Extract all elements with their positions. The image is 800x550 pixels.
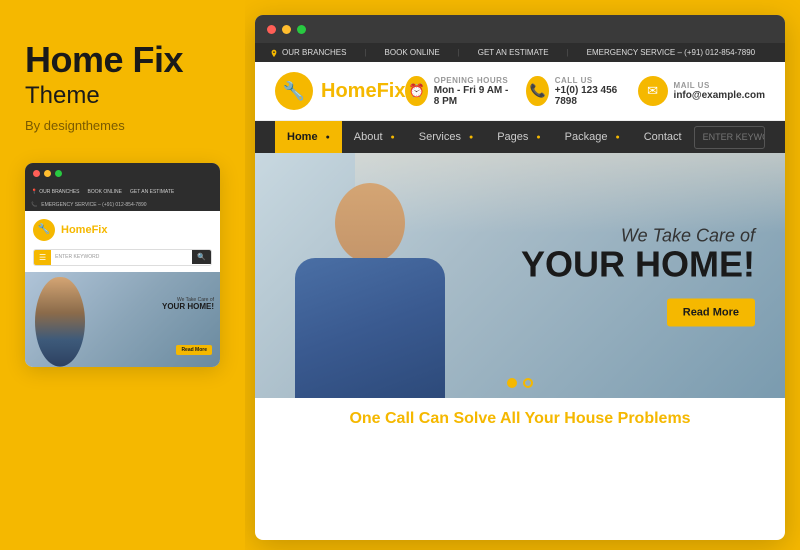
- utility-topbar: OUR BRANCHES | BOOK ONLINE | GET AN ESTI…: [255, 43, 785, 62]
- nav-search-input[interactable]: [695, 128, 765, 146]
- dot-green[interactable]: [297, 25, 306, 34]
- nav-item-about[interactable]: About ●: [342, 121, 407, 153]
- small-search-bar[interactable]: ☰ ENTER KEYWORD 🔍: [33, 249, 212, 266]
- location-icon: [270, 49, 278, 57]
- site-bottom: One Call Can Solve All Your House Proble…: [255, 398, 785, 440]
- site-logo: 🔧 HomeFix: [275, 72, 405, 110]
- small-search-button[interactable]: 🔍: [192, 250, 211, 264]
- site-nav: Home ● About ● Services ● Pages ● Packag…: [255, 121, 785, 153]
- header-email: ✉ MAIL US info@example.com: [638, 76, 765, 106]
- topbar-emergency: EMERGENCY SERVICE – (+91) 012-854-7890: [587, 48, 755, 57]
- small-browser-mockup: 📍OUR BRANCHES BOOK ONLINE GET AN ESTIMAT…: [25, 163, 220, 367]
- small-logo-text: HomeFix: [61, 224, 107, 236]
- browser-chrome-bar: [255, 15, 785, 43]
- nav-item-contact[interactable]: Contact: [632, 121, 694, 153]
- nav-item-services[interactable]: Services ●: [407, 121, 485, 153]
- hero-section: We Take Care of YOUR HOME! Read More: [255, 153, 785, 398]
- small-dot-red: [33, 170, 40, 177]
- logo-icon: 🔧: [275, 72, 313, 110]
- small-hero-headline: YOUR HOME!: [162, 303, 214, 312]
- small-browser-bar: [25, 163, 220, 185]
- clock-icon: ⏰: [405, 76, 427, 106]
- brand-title: Home Fix: [25, 40, 220, 80]
- topbar-estimate: GET AN ESTIMATE: [478, 48, 549, 57]
- small-dot-yellow: [44, 170, 51, 177]
- dot-red[interactable]: [267, 25, 276, 34]
- nav-item-package[interactable]: Package ●: [553, 121, 632, 153]
- header-hours-text: OPENING HOURS Mon - Fri 9 AM - 8 PM: [434, 76, 509, 107]
- logo-text: HomeFix: [321, 80, 405, 103]
- small-hero-person: [35, 277, 85, 367]
- slider-dot-1[interactable]: [507, 378, 517, 388]
- small-hero-text: We Take Care of YOUR HOME!: [162, 297, 214, 312]
- small-emergency-bar: 📞 EMERGENCY SERVICE – (+91) 012-854-7890: [25, 199, 220, 211]
- small-search-input[interactable]: ENTER KEYWORD: [51, 251, 192, 263]
- header-info: ⏰ OPENING HOURS Mon - Fri 9 AM - 8 PM 📞 …: [405, 76, 765, 107]
- slider-dots: [507, 378, 533, 388]
- phone-icon: 📞: [526, 76, 548, 106]
- hero-person: [255, 153, 515, 398]
- nav-item-home[interactable]: Home ●: [275, 121, 342, 153]
- bottom-tagline: One Call Can Solve All Your House Proble…: [275, 410, 765, 428]
- brand-subtitle: Theme: [25, 82, 220, 110]
- nav-search[interactable]: 🔍: [694, 126, 765, 149]
- site-header: 🔧 HomeFix ⏰ OPENING HOURS Mon - Fri 9 AM…: [255, 62, 785, 121]
- small-topbar-branches: 📍OUR BRANCHES: [31, 189, 80, 195]
- hero-person-body: [295, 258, 445, 398]
- header-phone: 📞 CALL US +1(0) 123 456 7898: [526, 76, 619, 107]
- main-browser: OUR BRANCHES | BOOK ONLINE | GET AN ESTI…: [255, 15, 785, 540]
- header-email-text: MAIL US info@example.com: [674, 81, 765, 101]
- header-hours: ⏰ OPENING HOURS Mon - Fri 9 AM - 8 PM: [405, 76, 508, 107]
- small-hero-cta[interactable]: Read More: [176, 345, 212, 355]
- hero-cta-button[interactable]: Read More: [667, 298, 755, 326]
- brand-byline: By designthemes: [25, 118, 220, 133]
- small-topbar-book: BOOK ONLINE: [88, 189, 122, 195]
- hero-content: We Take Care of YOUR HOME! Read More: [521, 225, 755, 326]
- slider-dot-2[interactable]: [523, 378, 533, 388]
- nav-links: Home ● About ● Services ● Pages ● Packag…: [275, 121, 694, 153]
- hero-headline: YOUR HOME!: [521, 246, 755, 282]
- dot-yellow[interactable]: [282, 25, 291, 34]
- small-logo-icon: 🔧: [33, 219, 55, 241]
- small-search-icon: ☰: [34, 250, 51, 265]
- header-phone-text: CALL US +1(0) 123 456 7898: [555, 76, 620, 107]
- left-panel: Home Fix Theme By designthemes 📍OUR BRAN…: [0, 0, 245, 550]
- small-hero: We Take Care of YOUR HOME! Read More: [25, 272, 220, 367]
- hero-person-head: [335, 183, 405, 263]
- small-logo-area: 🔧 HomeFix: [25, 211, 220, 245]
- small-topbar-estimate: GET AN ESTIMATE: [130, 189, 174, 195]
- topbar-branches: OUR BRANCHES: [270, 48, 346, 57]
- small-dot-green: [55, 170, 62, 177]
- topbar-book: BOOK ONLINE: [385, 48, 440, 57]
- mail-icon: ✉: [638, 76, 668, 106]
- small-topbar: 📍OUR BRANCHES BOOK ONLINE GET AN ESTIMAT…: [25, 185, 220, 199]
- nav-item-pages[interactable]: Pages ●: [485, 121, 552, 153]
